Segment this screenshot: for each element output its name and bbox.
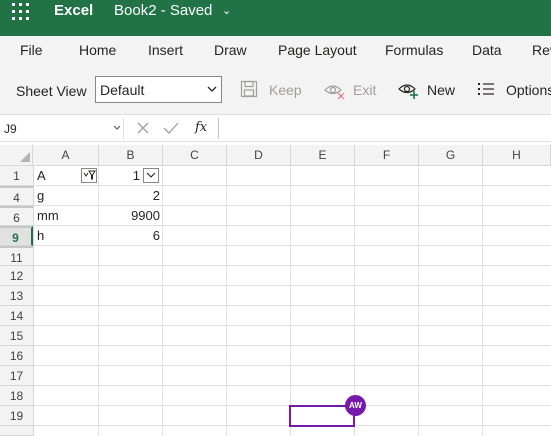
- row-header[interactable]: [0, 426, 33, 436]
- options-icon: [478, 83, 494, 95]
- gridline: [33, 365, 551, 366]
- select-all-triangle-icon: [20, 152, 30, 162]
- chevron-down-icon[interactable]: ⌄: [222, 2, 231, 20]
- row-header[interactable]: 13: [0, 286, 33, 306]
- cell-b4[interactable]: 2: [99, 186, 160, 206]
- row-header[interactable]: 15: [0, 326, 33, 346]
- ribbon-toolbar: Sheet View Default Keep Exit New Options: [0, 66, 551, 114]
- gridline: [33, 285, 551, 286]
- row-header[interactable]: 1: [0, 166, 33, 186]
- formula-bar: J9 fx: [0, 114, 551, 142]
- cell-b1[interactable]: 1: [99, 166, 140, 186]
- title-bar: Excel Book2 - Saved ⌄: [0, 0, 551, 36]
- formula-input[interactable]: [218, 118, 551, 139]
- cancel-icon[interactable]: [136, 121, 150, 135]
- row-header[interactable]: 12: [0, 266, 33, 286]
- tab-home[interactable]: Home: [79, 42, 116, 59]
- new-view-icon: [398, 84, 418, 99]
- sheet-view-dropdown[interactable]: Default: [95, 76, 222, 103]
- cell-a4[interactable]: g: [37, 186, 44, 206]
- gridline: [418, 166, 419, 436]
- name-box[interactable]: J9: [0, 118, 124, 139]
- gridline: [226, 166, 227, 436]
- cell-b9[interactable]: 6: [99, 226, 160, 246]
- gridline: [162, 166, 163, 436]
- row-header[interactable]: 4: [0, 186, 33, 206]
- row-header-divider: [33, 166, 34, 436]
- cell-a6[interactable]: mm: [37, 206, 59, 226]
- filter-icon: [83, 170, 96, 180]
- enter-icon[interactable]: [163, 121, 179, 135]
- chevron-down-icon: [207, 86, 217, 92]
- column-header-d[interactable]: D: [227, 145, 291, 165]
- gridline: [290, 166, 291, 436]
- ribbon-tabs: File Home Insert Draw Page Layout Formul…: [0, 36, 551, 66]
- tab-draw[interactable]: Draw: [214, 42, 247, 59]
- column-header-g[interactable]: G: [419, 145, 483, 165]
- app-name[interactable]: Excel: [54, 2, 93, 20]
- gridline: [33, 265, 551, 266]
- exit-view-icon: [324, 85, 345, 99]
- tab-review[interactable]: Rev: [532, 42, 551, 59]
- row-header[interactable]: 19: [0, 406, 33, 426]
- gridline: [33, 325, 551, 326]
- worksheet-grid[interactable]: A B C D E F G H 1 4 6 9 11 12 13 14 15 1…: [0, 143, 551, 436]
- cell-a9[interactable]: h: [37, 226, 44, 246]
- app-launcher-icon[interactable]: [12, 3, 32, 23]
- collaborator-avatar[interactable]: AW: [345, 395, 366, 416]
- row-header[interactable]: 6: [0, 206, 33, 226]
- gridline: [33, 385, 551, 386]
- filter-applied-button[interactable]: [81, 168, 97, 183]
- function-icon[interactable]: fx: [195, 120, 207, 135]
- column-header-a[interactable]: A: [33, 145, 99, 165]
- new-view-button[interactable]: New: [427, 82, 455, 99]
- filter-button[interactable]: [143, 168, 159, 183]
- row-header[interactable]: 16: [0, 346, 33, 366]
- gridline: [482, 166, 483, 436]
- column-header-f[interactable]: F: [355, 145, 419, 165]
- sheet-view-label: Sheet View: [16, 83, 87, 99]
- tab-file[interactable]: File: [20, 42, 43, 59]
- keep-button[interactable]: Keep: [269, 82, 302, 99]
- name-box-value: J9: [4, 122, 17, 136]
- gridline: [33, 305, 551, 306]
- gridline: [33, 345, 551, 346]
- tab-page-layout[interactable]: Page Layout: [278, 42, 357, 59]
- document-title[interactable]: Book2 - Saved: [114, 2, 212, 20]
- tab-data[interactable]: Data: [472, 42, 502, 59]
- cell-b6[interactable]: 9900: [99, 206, 160, 226]
- column-header-h[interactable]: H: [483, 145, 551, 165]
- chevron-down-icon[interactable]: [113, 123, 121, 133]
- row-header[interactable]: 18: [0, 386, 33, 406]
- row-header-active[interactable]: 9: [0, 226, 33, 246]
- save-view-icon: [240, 80, 258, 98]
- column-header-e[interactable]: E: [291, 145, 355, 165]
- row-header[interactable]: 11: [0, 246, 33, 266]
- row-header[interactable]: 17: [0, 366, 33, 386]
- exit-button[interactable]: Exit: [353, 82, 376, 99]
- column-header-c[interactable]: C: [163, 145, 227, 165]
- chevron-down-icon: [146, 172, 156, 178]
- cell-a1[interactable]: A: [37, 166, 46, 186]
- header-divider: [0, 165, 551, 166]
- select-all-corner[interactable]: [0, 145, 33, 165]
- tab-formulas[interactable]: Formulas: [385, 42, 443, 59]
- options-button[interactable]: Options: [506, 82, 551, 99]
- sheet-view-value: Default: [100, 82, 145, 98]
- tab-insert[interactable]: Insert: [148, 42, 183, 59]
- row-header[interactable]: 14: [0, 306, 33, 326]
- column-header-b[interactable]: B: [99, 145, 163, 165]
